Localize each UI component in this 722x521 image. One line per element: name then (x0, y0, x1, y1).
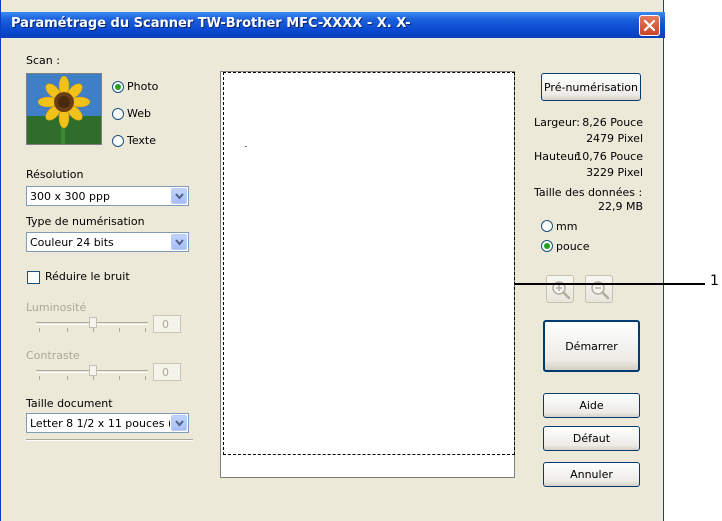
document-size-dropdown-button[interactable] (171, 415, 187, 431)
sunflower-photo-icon (27, 74, 101, 144)
help-button-label: Aide (579, 399, 604, 412)
chevron-down-icon (175, 420, 184, 427)
scan-type-value: Couleur 24 bits (30, 236, 114, 249)
document-size-select[interactable]: Letter 8 1/2 x 11 pouces (2 (26, 413, 189, 433)
default-button[interactable]: Défaut (543, 426, 640, 451)
brightness-slider-thumb[interactable] (89, 317, 97, 328)
brightness-tick (93, 328, 94, 332)
chevron-down-icon (175, 239, 184, 246)
callout-number: 1 (710, 273, 719, 289)
brightness-value: 0 (162, 318, 169, 331)
start-button-label: Démarrer (565, 340, 618, 353)
reduce-noise-label: Réduire le bruit (45, 270, 130, 283)
contrast-tick (145, 376, 146, 380)
callout-line (515, 283, 705, 285)
radio-web-label: Web (127, 107, 151, 120)
radio-photo[interactable] (112, 81, 124, 93)
scanner-settings-window: Paramétrage du Scanner TW-Brother MFC-XX… (0, 0, 665, 521)
resolution-value: 300 x 300 ppp (30, 190, 110, 203)
scan-label: Scan : (26, 54, 60, 67)
cancel-button[interactable]: Annuler (543, 462, 640, 487)
brightness-tick (39, 328, 40, 332)
title-bar[interactable]: Paramétrage du Scanner TW-Brother MFC-XX… (1, 12, 665, 38)
contrast-tick (67, 376, 68, 380)
brightness-tick (145, 328, 146, 332)
brightness-label: Luminosité (26, 301, 87, 314)
width-label: Largeur: (534, 116, 580, 129)
resolution-label: Résolution (26, 168, 84, 181)
cancel-button-label: Annuler (570, 468, 613, 481)
unit-radio-mm[interactable] (541, 220, 553, 232)
reduce-noise-checkbox[interactable] (27, 271, 40, 284)
contrast-value: 0 (162, 366, 169, 379)
width-pixel-value: 2479 Pixel (586, 132, 643, 145)
document-size-value: Letter 8 1/2 x 11 pouces (2 (30, 417, 170, 430)
prescan-button-label: Pré-numérisation (543, 81, 638, 94)
data-size-label: Taille des données : (534, 186, 643, 199)
scan-area-selection[interactable] (223, 72, 515, 455)
zoom-in-button[interactable] (546, 275, 574, 303)
chevron-down-icon (175, 193, 184, 200)
preview-speck (245, 146, 247, 147)
contrast-tick (93, 376, 94, 380)
unit-mm-label: mm (556, 220, 578, 233)
height-label: Hauteur (534, 150, 579, 163)
radio-text-label: Texte (127, 134, 157, 147)
unit-inch-label: pouce (556, 240, 590, 253)
data-size-value: 22,9 MB (597, 200, 643, 213)
default-button-label: Défaut (572, 432, 611, 445)
height-inch-value: 10,76 Pouce (575, 150, 643, 163)
brightness-tick (67, 328, 68, 332)
zoom-out-button[interactable] (585, 275, 613, 303)
brightness-tick (119, 328, 120, 332)
scan-type-select[interactable]: Couleur 24 bits (26, 232, 189, 252)
radio-photo-label: Photo (127, 80, 159, 93)
resolution-select[interactable]: 300 x 300 ppp (26, 186, 189, 206)
help-button[interactable]: Aide (543, 393, 640, 418)
close-icon (643, 19, 656, 32)
radio-text[interactable] (112, 135, 124, 147)
prescan-button[interactable]: Pré-numérisation (541, 73, 641, 101)
radio-web[interactable] (112, 108, 124, 120)
scan-type-label: Type de numérisation (26, 215, 145, 228)
brightness-value-field[interactable]: 0 (153, 315, 181, 333)
contrast-label: Contraste (26, 349, 80, 362)
resolution-dropdown-button[interactable] (171, 188, 187, 204)
contrast-tick (39, 376, 40, 380)
width-inch-value: 8,26 Pouce (582, 116, 643, 129)
unit-radio-inch[interactable] (541, 240, 553, 252)
start-button[interactable]: Démarrer (543, 320, 640, 372)
height-pixel-value: 3229 Pixel (586, 166, 643, 179)
contrast-value-field[interactable]: 0 (153, 363, 181, 381)
close-button[interactable] (639, 15, 660, 36)
document-size-label: Taille document (26, 397, 113, 410)
scan-type-dropdown-button[interactable] (171, 234, 187, 250)
scan-type-thumbnail (26, 73, 102, 145)
divider (26, 439, 193, 441)
window-title: Paramétrage du Scanner TW-Brother MFC-XX… (11, 16, 411, 31)
contrast-tick (119, 376, 120, 380)
contrast-slider-thumb[interactable] (89, 365, 97, 376)
